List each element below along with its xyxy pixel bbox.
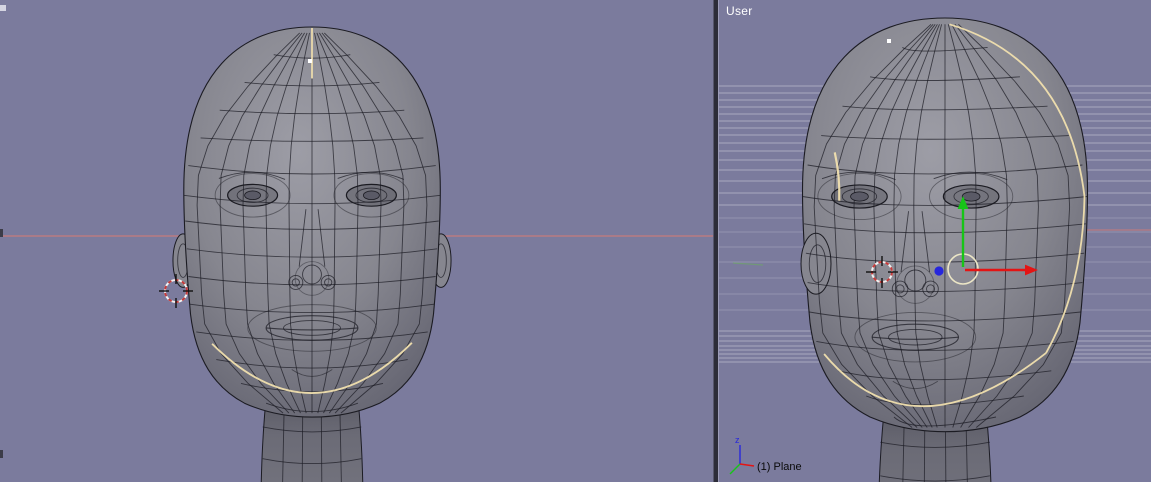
screen-edge-artifact [0, 229, 3, 237]
axis-z-label: z [735, 435, 740, 445]
gizmo-blue-handle[interactable] [934, 266, 943, 275]
viewport-front[interactable] [0, 0, 713, 482]
head-mesh-user[interactable] [801, 18, 1088, 482]
head-mesh-front[interactable] [173, 27, 451, 482]
mini-axis-widget: z [724, 432, 758, 480]
y-axis-line [733, 263, 763, 265]
screen-edge-artifact [0, 450, 3, 458]
view-name-label: User [726, 4, 753, 18]
axis-x-line [740, 464, 754, 466]
front-view-canvas[interactable] [0, 0, 713, 482]
axis-y-line [730, 464, 740, 474]
selected-vertex[interactable] [308, 59, 312, 63]
viewport-user[interactable]: User z (1) Plane [719, 0, 1151, 482]
screen-edge-artifact [0, 5, 6, 11]
object-info-label: (1) Plane [757, 461, 802, 473]
selected-vertex[interactable] [887, 39, 891, 43]
user-view-canvas[interactable] [719, 0, 1151, 482]
blender-3d-view: User z (1) Plane [0, 0, 1151, 482]
